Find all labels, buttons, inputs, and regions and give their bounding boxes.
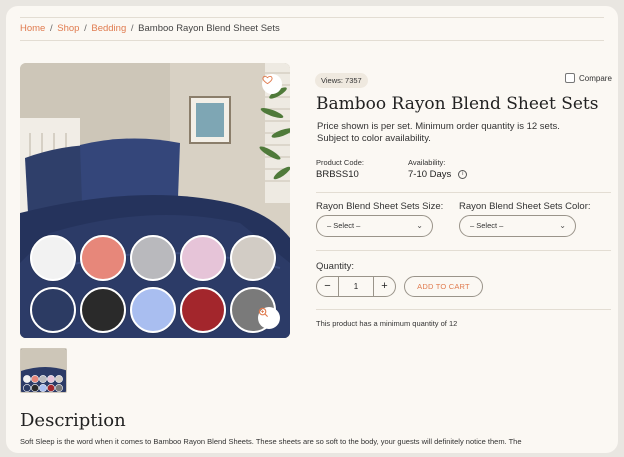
swatch-black[interactable] xyxy=(80,287,126,333)
swatch-navy[interactable] xyxy=(30,287,76,333)
compare-label: Compare xyxy=(579,73,612,83)
size-select-value: – Select – xyxy=(327,221,361,230)
swatch-silver[interactable] xyxy=(130,235,176,281)
options-divider xyxy=(316,250,611,251)
swatch-pink[interactable] xyxy=(180,235,226,281)
size-label: Rayon Blend Sheet Sets Size: xyxy=(316,201,444,212)
size-select[interactable]: – Select – ⌄ xyxy=(316,215,433,237)
price-note: Price shown is per set. Minimum order qu… xyxy=(317,121,560,144)
compare-toggle[interactable]: Compare xyxy=(565,73,612,83)
heart-icon xyxy=(262,75,273,85)
info-icon[interactable]: i xyxy=(458,169,468,179)
breadcrumb: Home / Shop / Bedding / Bamboo Rayon Ble… xyxy=(20,23,280,34)
breadcrumb-separator: / xyxy=(130,23,134,34)
product-title: Bamboo Rayon Blend Sheet Sets xyxy=(316,94,599,114)
breadcrumb-home[interactable]: Home xyxy=(20,23,45,34)
product-image[interactable] xyxy=(20,63,290,338)
breadcrumb-bedding[interactable]: Bedding xyxy=(91,23,126,34)
cart-divider xyxy=(316,309,611,310)
product-code-value: BRBSS10 xyxy=(316,169,359,180)
product-code-label: Product Code: xyxy=(316,158,364,167)
chevron-down-icon: ⌄ xyxy=(559,221,566,230)
minimum-quantity-note: This product has a minimum quantity of 1… xyxy=(316,319,458,328)
zoom-in-icon xyxy=(258,307,269,318)
availability-text: 7-10 Days xyxy=(408,169,452,180)
description-heading: Description xyxy=(20,410,126,431)
add-to-cart-button[interactable]: ADD TO CART xyxy=(404,276,483,297)
zoom-button[interactable] xyxy=(258,307,280,329)
quantity-label: Quantity: xyxy=(316,261,355,272)
info-divider xyxy=(316,192,611,193)
product-thumbnail[interactable] xyxy=(20,348,67,393)
breadcrumb-shop[interactable]: Shop xyxy=(57,23,79,34)
quantity-stepper[interactable]: − 1 + xyxy=(316,276,396,297)
swatch-white[interactable] xyxy=(30,235,76,281)
swatch-light-blue[interactable] xyxy=(130,287,176,333)
color-select[interactable]: – Select – ⌄ xyxy=(459,215,576,237)
quantity-increment-button[interactable]: + xyxy=(374,277,395,296)
quantity-input[interactable]: 1 xyxy=(338,277,374,296)
compare-checkbox[interactable] xyxy=(565,73,575,83)
thumbnail-image xyxy=(21,349,66,392)
swatch-burgundy[interactable] xyxy=(180,287,226,333)
quantity-decrement-button[interactable]: − xyxy=(317,277,338,296)
availability-value: 7-10 Days i xyxy=(408,169,468,180)
swatch-taupe[interactable] xyxy=(230,235,276,281)
breadcrumb-current: Bamboo Rayon Blend Sheet Sets xyxy=(138,23,280,34)
breadcrumb-separator: / xyxy=(84,23,87,34)
product-page: Home / Shop / Bedding / Bamboo Rayon Ble… xyxy=(6,6,618,453)
chevron-down-icon: ⌄ xyxy=(416,221,423,230)
top-divider xyxy=(20,17,604,18)
views-badge: Views: 7357 xyxy=(315,73,368,88)
color-select-value: – Select – xyxy=(470,221,504,230)
color-label: Rayon Blend Sheet Sets Color: xyxy=(459,201,591,212)
description-text: Soft Sleep is the word when it comes to … xyxy=(20,437,522,446)
wishlist-button[interactable] xyxy=(262,74,282,94)
breadcrumb-separator: / xyxy=(49,23,53,34)
breadcrumb-divider xyxy=(20,40,604,41)
availability-label: Availability: xyxy=(408,158,446,167)
swatch-coral[interactable] xyxy=(80,235,126,281)
